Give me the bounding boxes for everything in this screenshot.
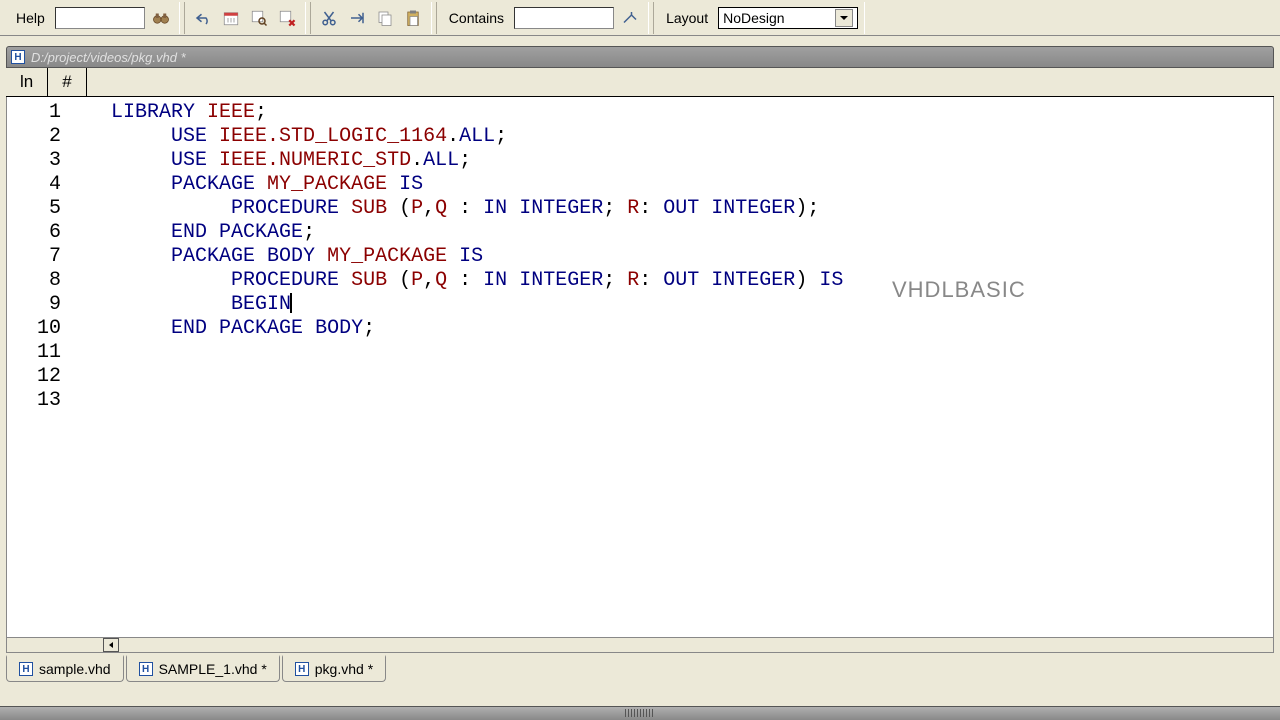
code-line[interactable]: PROCEDURE SUB (P,Q : IN INTEGER; R: OUT … [111, 197, 1273, 221]
filter-icon[interactable] [618, 6, 642, 30]
scroll-left-icon[interactable] [103, 638, 119, 652]
watermark-text: VHDLBASIC [892, 277, 1026, 303]
vhdl-file-icon: H [19, 662, 33, 676]
file-tab-sample[interactable]: H sample.vhd [6, 655, 124, 682]
file-tab-label: pkg.vhd * [315, 661, 373, 677]
grid-find-icon[interactable] [247, 6, 271, 30]
code-line[interactable]: END PACKAGE BODY; [111, 317, 1273, 341]
code-line[interactable]: USE IEEE.NUMERIC_STD.ALL; [111, 149, 1273, 173]
copy-icon[interactable] [373, 6, 397, 30]
code-editor[interactable]: LIBRARY IEEE; USE IEEE.STD_LOGIC_1164.AL… [6, 97, 1274, 637]
code-line[interactable]: LIBRARY IEEE; [111, 101, 1273, 125]
line-number: 11 [7, 341, 67, 364]
horizontal-scrollbar[interactable] [6, 637, 1274, 653]
text-cursor [290, 293, 292, 313]
line-number: 10 [7, 317, 67, 340]
vhdl-file-icon: H [295, 662, 309, 676]
layout-label: Layout [660, 8, 714, 28]
line-number: 8 [7, 269, 67, 292]
code-line[interactable]: END PACKAGE; [111, 221, 1273, 245]
resize-handle[interactable] [0, 706, 1280, 720]
code-line[interactable]: PROCEDURE SUB (P,Q : IN INTEGER; R: OUT … [111, 269, 1273, 293]
layout-group: Layout NoDesign [653, 2, 865, 34]
help-menu-label[interactable]: Help [10, 8, 51, 28]
code-line[interactable] [111, 365, 1273, 389]
file-tab-label: SAMPLE_1.vhd * [159, 661, 267, 677]
line-number: 6 [7, 221, 67, 244]
line-number: 9 [7, 293, 67, 316]
ln-header-col2[interactable]: # [48, 68, 86, 96]
code-line[interactable]: PACKAGE MY_PACKAGE IS [111, 173, 1273, 197]
search-group: Contains [436, 2, 649, 34]
line-number: 5 [7, 197, 67, 220]
line-header: ln # [6, 68, 1274, 97]
main-toolbar: Help Contains [0, 0, 1280, 36]
code-line[interactable] [111, 341, 1273, 365]
line-number: 4 [7, 173, 67, 196]
binoculars-icon[interactable] [149, 6, 173, 30]
grip-icon [625, 709, 655, 717]
file-path-text: D:/project/videos/pkg.vhd * [31, 50, 186, 65]
contains-input[interactable] [514, 7, 614, 29]
file-tab-pkg[interactable]: H pkg.vhd * [282, 655, 386, 682]
layout-dropdown[interactable]: NoDesign [718, 7, 858, 29]
edit-group [310, 2, 432, 34]
line-number: 7 [7, 245, 67, 268]
code-area[interactable]: LIBRARY IEEE; USE IEEE.STD_LOGIC_1164.AL… [79, 97, 1273, 413]
undo-icon[interactable] [191, 6, 215, 30]
layout-dropdown-value: NoDesign [723, 10, 784, 26]
line-number: 1 [7, 101, 67, 124]
chevron-down-icon[interactable] [835, 9, 853, 27]
line-number: 13 [7, 389, 67, 412]
calendar-icon[interactable] [219, 6, 243, 30]
file-tab-label: sample.vhd [39, 661, 111, 677]
code-line[interactable] [111, 389, 1273, 413]
cut-icon[interactable] [317, 6, 341, 30]
ln-header-col1[interactable]: ln [6, 68, 48, 96]
line-number: 12 [7, 365, 67, 388]
code-line[interactable]: USE IEEE.STD_LOGIC_1164.ALL; [111, 125, 1273, 149]
file-tabs: H sample.vhd H SAMPLE_1.vhd * H pkg.vhd … [6, 655, 1274, 682]
help-group: Help [4, 2, 180, 34]
paste-icon[interactable] [401, 6, 425, 30]
vhdl-file-icon: H [139, 662, 153, 676]
file-tab-sample1[interactable]: H SAMPLE_1.vhd * [126, 655, 280, 682]
nav-group [184, 2, 306, 34]
contains-label: Contains [443, 8, 510, 28]
vhdl-file-icon: H [11, 50, 25, 64]
forward-nav-icon[interactable] [345, 6, 369, 30]
code-line[interactable]: BEGIN [111, 293, 1273, 317]
grid-delete-icon[interactable] [275, 6, 299, 30]
file-titlebar: H D:/project/videos/pkg.vhd * [6, 46, 1274, 68]
code-line[interactable]: PACKAGE BODY MY_PACKAGE IS [111, 245, 1273, 269]
line-number: 2 [7, 125, 67, 148]
line-number: 3 [7, 149, 67, 172]
help-search-input[interactable] [55, 7, 145, 29]
